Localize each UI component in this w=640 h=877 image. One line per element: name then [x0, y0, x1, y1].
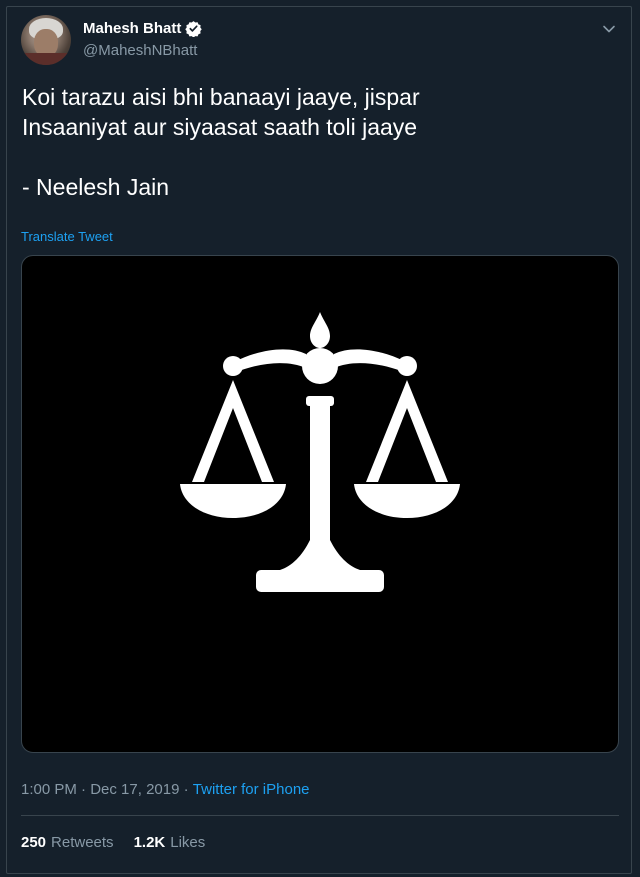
retweets-stat[interactable]: 250 Retweets: [21, 834, 114, 851]
tweet-date[interactable]: Dec 17, 2019: [90, 781, 179, 798]
likes-label: Likes: [170, 834, 206, 851]
tweet-text: Koi tarazu aisi bhi banaayi jaaye, jispa…: [22, 82, 612, 202]
scales-of-justice-icon: [180, 312, 460, 592]
tweet-line: - Neelesh Jain: [22, 174, 170, 200]
tweet-meta: 1:00 PM · Dec 17, 2019 · Twitter for iPh…: [21, 781, 310, 798]
tweet-stats: 250 Retweets 1.2K Likes: [21, 834, 225, 851]
tweet-line: Insaaniyat aur siyaasat saath toli jaaye: [22, 114, 418, 140]
meta-separator: ·: [76, 781, 91, 798]
avatar-shirt: [21, 53, 71, 65]
tweet-line: [22, 142, 612, 172]
retweets-label: Retweets: [51, 834, 114, 851]
retweets-count: 250: [21, 834, 47, 851]
avatar[interactable]: [21, 15, 71, 65]
chevron-down-icon[interactable]: [602, 24, 616, 34]
likes-stat[interactable]: 1.2K Likes: [134, 834, 206, 851]
translate-tweet-link[interactable]: Translate Tweet: [21, 229, 113, 244]
tweet-source-link[interactable]: Twitter for iPhone: [193, 781, 310, 798]
meta-separator: ·: [179, 781, 193, 798]
tweet-header: Mahesh Bhatt @MaheshNBhatt: [21, 15, 621, 71]
divider: [21, 815, 619, 816]
tweet-media[interactable]: [21, 255, 619, 753]
tweet-line: Koi tarazu aisi bhi banaayi jaaye, jispa…: [22, 84, 420, 110]
likes-count: 1.2K: [133, 834, 166, 851]
user-handle[interactable]: @MaheshNBhatt: [83, 42, 197, 59]
display-name[interactable]: Mahesh Bhatt: [83, 20, 181, 37]
tweet-time[interactable]: 1:00 PM: [21, 781, 77, 798]
name-row[interactable]: Mahesh Bhatt: [83, 20, 203, 37]
verified-badge-icon: [185, 20, 203, 37]
